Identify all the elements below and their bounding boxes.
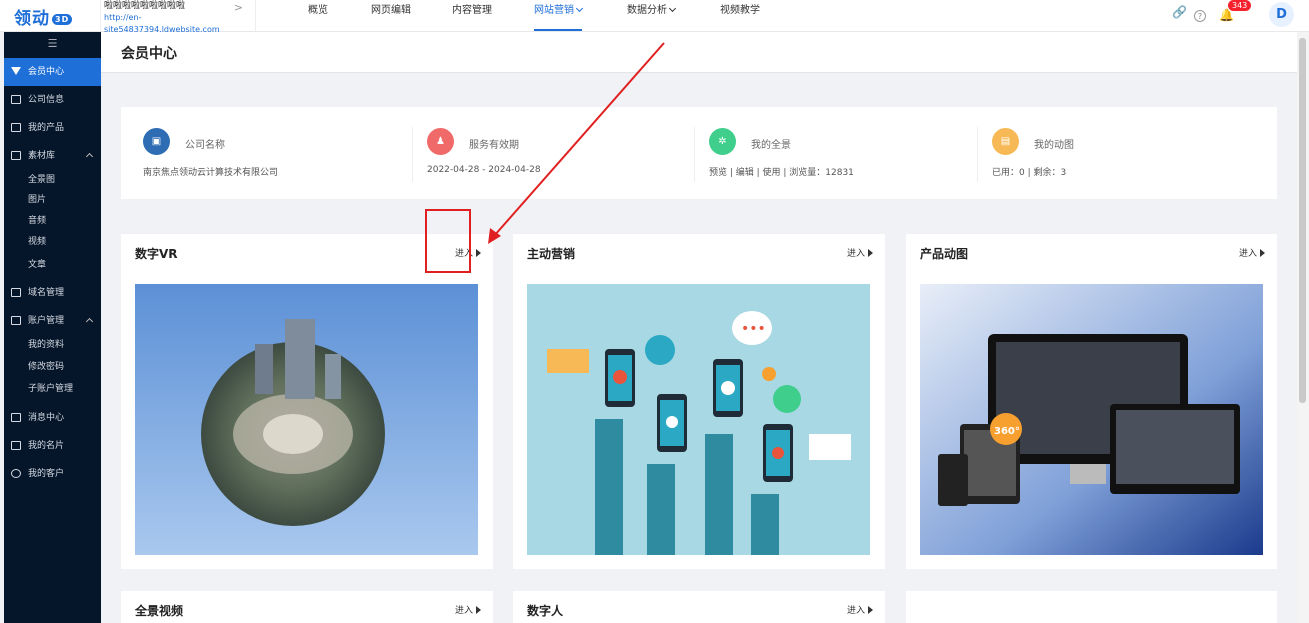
scrollbar-thumb[interactable] <box>1299 38 1306 403</box>
annotation-arrow <box>488 42 665 244</box>
